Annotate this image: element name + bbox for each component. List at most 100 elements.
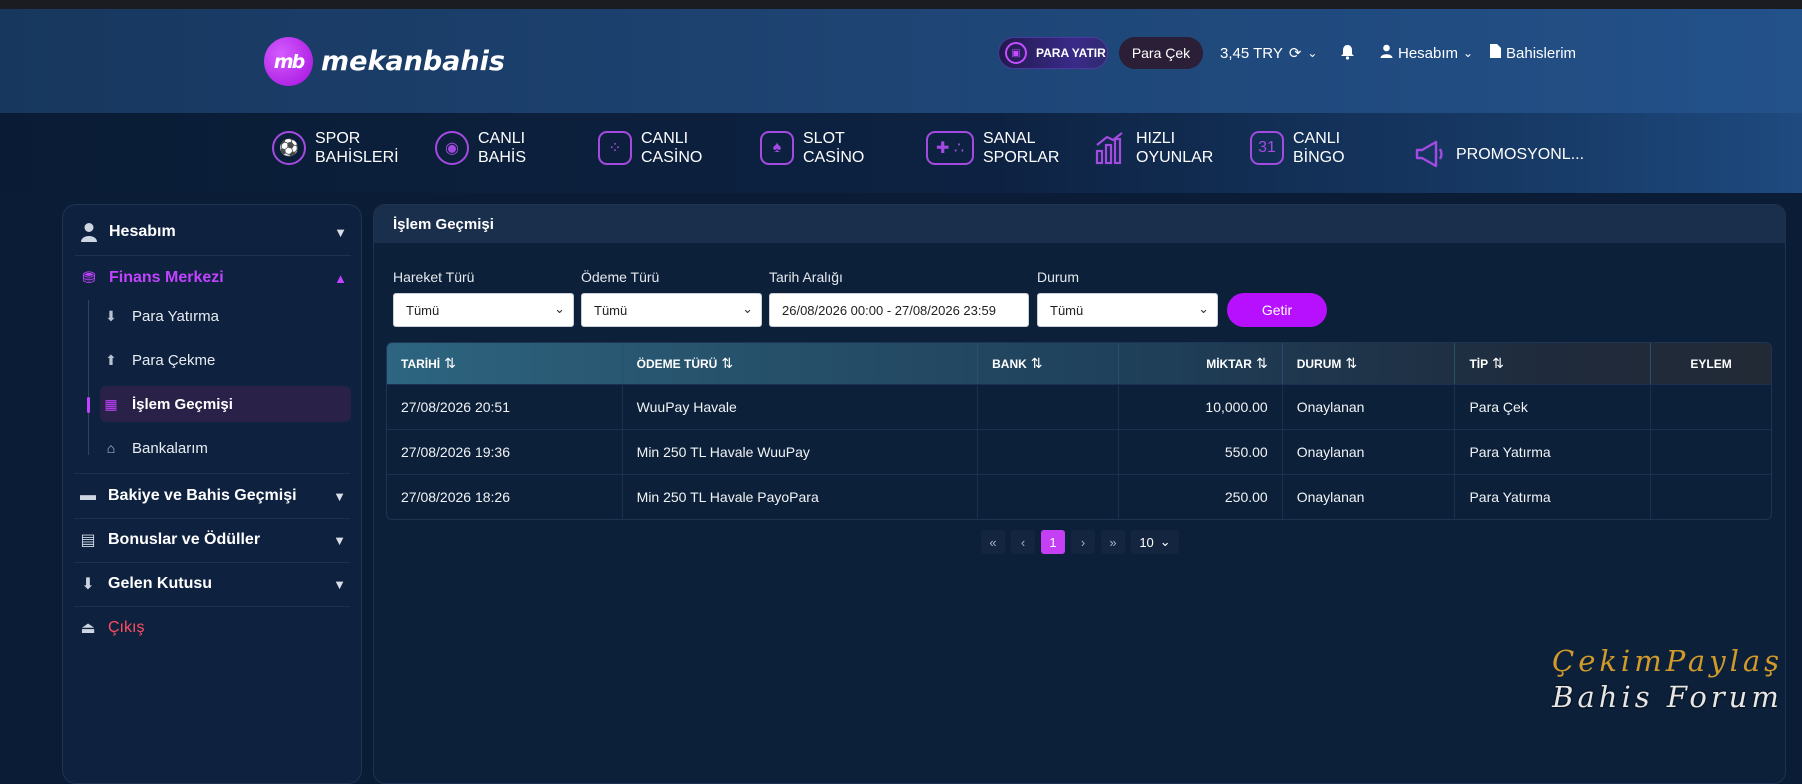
nav-line2: OYUNLAR	[1136, 149, 1214, 166]
movement-type-select[interactable]: Tümü ⌄	[393, 293, 574, 327]
user-icon	[1380, 44, 1393, 62]
inbox-icon: ⬇	[81, 576, 95, 593]
gamepad-icon: ✚ ∴	[926, 131, 974, 165]
nav-sports[interactable]: ⚽ SPOR BAHİSLERİ	[272, 129, 425, 167]
sidebar-item-logout[interactable]: ⏏ Çıkış	[74, 606, 350, 650]
sidebar-item-account[interactable]: Hesabım ▼	[75, 210, 351, 254]
active-indicator	[87, 397, 90, 413]
cell-bank	[978, 475, 1119, 519]
header-payment-type[interactable]: ÖDEME TÜRÜ ⇅	[623, 343, 979, 384]
chevron-down-icon: ⌄	[1159, 534, 1171, 549]
balance-display[interactable]: 3,45 TRY ⟳ ⌄	[1220, 44, 1318, 63]
chevron-down-icon: ⌄	[1198, 301, 1209, 316]
cell-type: Para Çek	[1455, 385, 1652, 429]
header-label: BANK	[992, 356, 1027, 371]
page-size-select[interactable]: 10 ⌄	[1131, 530, 1179, 554]
prev-page-button[interactable]: ‹	[1011, 530, 1035, 554]
cell-bank	[978, 430, 1119, 474]
nav-promotions[interactable]: PROMOSYONL...	[1413, 137, 1596, 171]
select-value: Tümü	[594, 302, 628, 318]
nav-line1: SANAL	[983, 130, 1036, 147]
next-page-button[interactable]: ›	[1071, 530, 1095, 554]
status-select[interactable]: Tümü ⌄	[1037, 293, 1218, 327]
cell-bank	[978, 385, 1119, 429]
cell-amount: 250.00	[1119, 475, 1283, 519]
cell-action	[1651, 430, 1771, 474]
header-label: TARİHİ	[401, 356, 441, 371]
nav-line2: BAHİS	[478, 149, 527, 166]
table-row: 27/08/2026 19:36 Min 250 TL Havale WuuPa…	[387, 429, 1771, 474]
nav-slot-casino[interactable]: ♠ SLOT CASİNO	[760, 129, 913, 167]
cell-date: 27/08/2026 19:36	[387, 430, 623, 474]
gift-icon: ▤	[80, 532, 96, 549]
header-bank[interactable]: BANK ⇅	[978, 343, 1119, 384]
fetch-button[interactable]: Getir	[1227, 293, 1327, 327]
wallet-icon: ▣	[1005, 42, 1027, 64]
cell-action	[1651, 385, 1771, 429]
sidebar-item-inbox[interactable]: ⬇ Gelen Kutusu ▼	[74, 562, 350, 606]
watermark-line1: ÇekimPaylaş	[1552, 644, 1784, 678]
cell-payment-type: WuuPay Havale	[623, 385, 979, 429]
header-label: MİKTAR	[1206, 356, 1252, 371]
last-page-button[interactable]: »	[1101, 530, 1125, 554]
page-button[interactable]: 1	[1041, 530, 1065, 554]
bell-icon[interactable]	[1340, 44, 1355, 64]
my-bets-link[interactable]: Bahislerim	[1490, 44, 1576, 62]
nav-line2: BİNGO	[1293, 149, 1345, 166]
movement-type-label: Hareket Türü	[393, 269, 475, 285]
sort-icon: ⇅	[1030, 355, 1043, 371]
payment-type-label: Ödeme Türü	[581, 269, 660, 285]
sidebar-item-balance-history[interactable]: ▬ Bakiye ve Bahis Geçmişi ▼	[74, 474, 350, 518]
nav-line2: SPORLAR	[983, 149, 1060, 166]
sidebar-item-transaction-history[interactable]: ▦ İşlem Geçmişi	[100, 386, 351, 422]
sidebar-sub-label: İşlem Geçmişi	[132, 395, 233, 413]
withdraw-icon: ⬆	[105, 351, 117, 368]
refresh-icon[interactable]: ⟳	[1289, 44, 1302, 62]
cell-status: Onaylanan	[1283, 385, 1456, 429]
nav-line1: CANLI	[1293, 130, 1341, 147]
balance-value: 3,45 TRY	[1220, 44, 1283, 62]
cell-date: 27/08/2026 18:26	[387, 475, 623, 519]
cell-payment-type: Min 250 TL Havale PayoPara	[623, 475, 979, 519]
nav-virtual-sports[interactable]: ✚ ∴ SANAL SPORLAR	[926, 129, 1093, 167]
logo-text: mekanbahis	[321, 46, 505, 77]
submenu-guide-line	[88, 300, 89, 455]
deposit-button[interactable]: ▣ PARA YATIR	[998, 37, 1108, 69]
header-date[interactable]: TARİHİ ⇅	[387, 343, 623, 384]
site-logo[interactable]: mb mekanbahis	[264, 37, 505, 86]
nav-live-casino[interactable]: ⁘ CANLI CASİNO	[598, 129, 751, 167]
header-type[interactable]: TİP ⇅	[1455, 343, 1652, 384]
nav-line2: CASİNO	[641, 149, 703, 166]
withdraw-button[interactable]: Para Çek	[1119, 37, 1203, 69]
nav-line1: SPOR	[315, 130, 361, 147]
first-page-button[interactable]: «	[981, 530, 1005, 554]
nav-live-bet[interactable]: ◉ CANLI BAHİS	[435, 129, 588, 167]
sidebar-item-withdraw[interactable]: ⬆ Para Çekme	[100, 342, 354, 378]
cell-status: Onaylanan	[1283, 475, 1456, 519]
sidebar-item-bonuses[interactable]: ▤ Bonuslar ve Ödüller ▼	[74, 518, 350, 562]
date-range-input[interactable]: 26/08/2026 00:00 - 27/08/2026 23:59	[769, 293, 1029, 327]
deposit-icon: ⬇	[105, 307, 117, 324]
account-menu[interactable]: Hesabım ⌄	[1380, 44, 1473, 62]
sidebar-item-banks[interactable]: ⌂ Bankalarım	[100, 430, 354, 466]
sidebar-sub-label: Para Çekme	[132, 351, 216, 369]
sidebar-item-finance[interactable]: ⛃ Finans Merkezi ▲	[75, 256, 351, 300]
header-label: TİP	[1469, 356, 1489, 371]
bingo-icon: 31	[1250, 131, 1284, 165]
payment-type-select[interactable]: Tümü ⌄	[581, 293, 762, 327]
sidebar-sub-label: Bankalarım	[132, 439, 208, 457]
logout-icon: ⏏	[80, 620, 96, 637]
header-amount[interactable]: MİKTAR ⇅	[1119, 343, 1283, 384]
nav-fast-games[interactable]: HIZLI OYUNLAR	[1093, 129, 1246, 167]
cell-amount: 10,000.00	[1119, 385, 1283, 429]
nav-line2: BAHİSLERİ	[315, 149, 399, 166]
ticket-icon: ▬	[80, 487, 96, 504]
cell-date: 27/08/2026 20:51	[387, 385, 623, 429]
nav-live-bingo[interactable]: 31 CANLI BİNGO	[1250, 129, 1403, 167]
history-icon: ▦	[104, 395, 118, 412]
chevron-down-icon: ⌄	[1307, 46, 1318, 60]
sort-icon: ⇅	[1345, 355, 1358, 371]
sidebar-item-deposit[interactable]: ⬇ Para Yatırma	[100, 298, 354, 334]
soccer-ball-icon: ⚽	[272, 131, 306, 165]
header-status[interactable]: DURUM ⇅	[1283, 343, 1456, 384]
